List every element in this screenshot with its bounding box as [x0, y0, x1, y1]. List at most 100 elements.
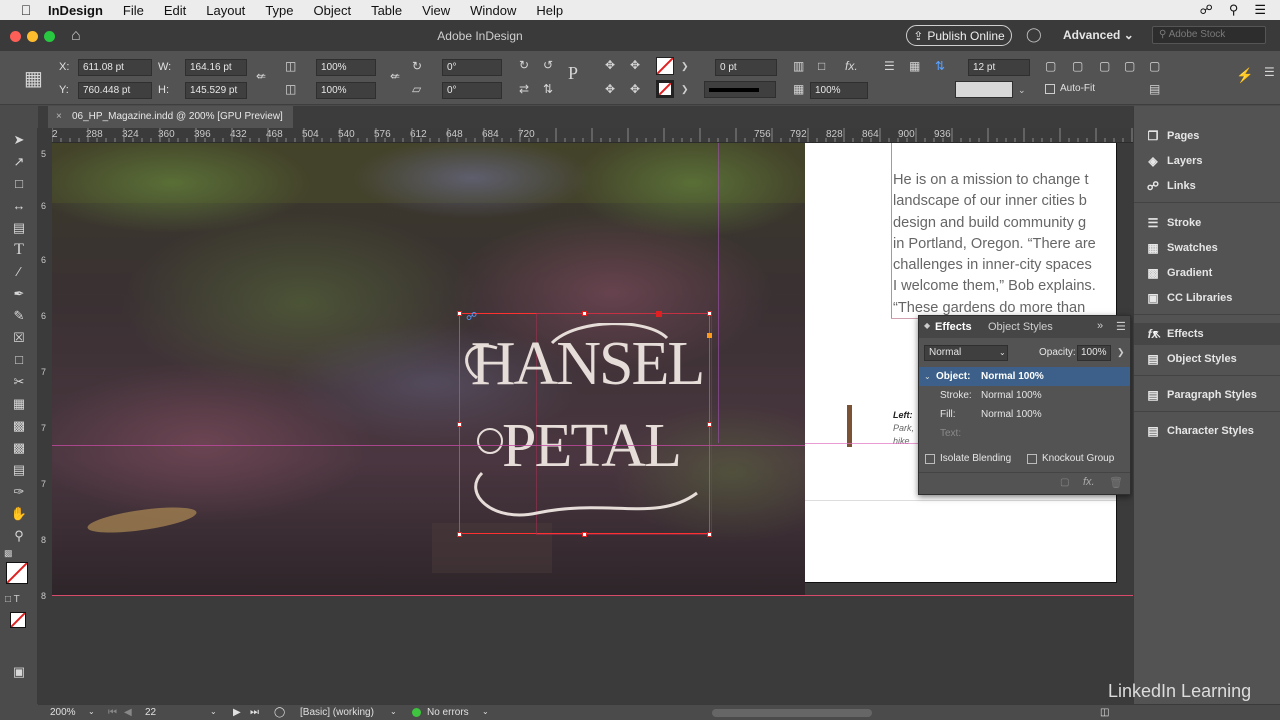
reference-point-icon[interactable]: ▦ [24, 66, 43, 91]
resize-handle[interactable] [707, 311, 712, 316]
scale-x-field[interactable]: 100% [316, 59, 376, 76]
menu-app-name[interactable]: InDesign [48, 3, 103, 18]
paragraph-icon[interactable]: P [568, 63, 578, 84]
fill-color-swatch[interactable] [6, 562, 28, 584]
center-content-icon[interactable]: ▢ [1099, 59, 1110, 73]
dock-item-object-styles[interactable]: ▤ Object Styles [1134, 348, 1280, 370]
panel-menu-icon[interactable]: ☰ [1264, 65, 1275, 79]
menu-file[interactable]: File [123, 3, 144, 18]
dock-item-stroke[interactable]: ☰ Stroke [1134, 212, 1280, 234]
tab-effects[interactable]: Effects [935, 321, 972, 333]
open-page-icon[interactable]: ◯ [274, 707, 285, 718]
content-grabber[interactable] [656, 311, 662, 317]
fill-frame-icon[interactable]: ▢ [1124, 59, 1135, 73]
default-colors-icon[interactable]: ▩ [4, 548, 13, 559]
page-tool-icon[interactable]: □ [9, 174, 29, 194]
direct-selection-tool-icon[interactable]: ↗ [9, 152, 29, 172]
last-page-icon[interactable]: ⏭ [250, 707, 259, 718]
dock-item-pages[interactable]: ❐ Pages [1134, 125, 1280, 147]
x-position-field[interactable]: 611.08 pt [78, 59, 152, 76]
preflight-profile[interactable]: [Basic] (working) [300, 707, 374, 718]
frame-fitting-icon[interactable]: ▤ [1149, 82, 1160, 96]
stroke-weight-field[interactable]: 0 pt [715, 59, 777, 76]
note-tool-icon[interactable]: ▤ [9, 460, 29, 480]
dock-item-swatches[interactable]: ▦ Swatches [1134, 237, 1280, 259]
hand-tool-icon[interactable]: ✋ [9, 504, 29, 524]
auto-fit-checkbox[interactable] [1045, 84, 1055, 94]
flip-horizontal-icon[interactable]: ⇄ [519, 82, 529, 96]
chevron-down-icon[interactable]: ⌄ [482, 707, 489, 716]
rotate-counterclockwise-icon[interactable]: ↺ [543, 58, 553, 72]
select-container-icon[interactable]: ✥ [605, 58, 615, 72]
apply-none-swatch[interactable] [10, 612, 26, 628]
publish-online-button[interactable]: ⇪ Publish Online [906, 25, 1012, 46]
fill-swatch[interactable] [656, 57, 674, 75]
horizontal-ruler[interactable]: 2 288 324 360 396 432 468 504 540 576 61… [52, 128, 1133, 143]
gutter-spacing-field[interactable]: 12 pt [968, 59, 1030, 76]
stroke-swatch[interactable] [656, 80, 674, 98]
notification-list-icon[interactable]: ☰ [1254, 2, 1266, 18]
auto-size-icon[interactable]: ⇅ [935, 59, 945, 73]
creative-cloud-icon[interactable]: ☍ [1200, 2, 1213, 18]
text-wrap-none-icon[interactable]: ☰ [884, 59, 895, 73]
isolate-blending-checkbox[interactable] [925, 454, 935, 464]
shear-angle-field[interactable]: 0° [442, 82, 502, 99]
document-tab[interactable]: × 06_HP_Magazine.indd @ 200% [GPU Previe… [48, 106, 293, 128]
selection-tool-icon[interactable]: ➤ [9, 130, 29, 150]
article-body-text[interactable]: He is on a mission to change t landscape… [893, 170, 1121, 319]
fx-icon[interactable]: fx. [1083, 476, 1095, 488]
pond-photo[interactable]: ☍ HANSEL PETAL [52, 143, 805, 596]
workspace-switcher[interactable]: Advanced ⌄ [1063, 28, 1134, 42]
frame-icon[interactable]: □ [818, 59, 825, 73]
split-layout-icon[interactable]: ◫ [1100, 707, 1109, 718]
previous-page-icon[interactable]: ◀ [124, 707, 132, 718]
resize-handle[interactable] [582, 311, 587, 316]
effects-row-fill[interactable]: Fill: Normal 100% [919, 405, 1130, 424]
adobe-stock-search-input[interactable]: ⚲ Adobe Stock [1152, 26, 1266, 44]
ruler-origin[interactable] [38, 128, 52, 143]
next-page-icon[interactable]: ▶ [233, 707, 241, 718]
fit-frame-icon[interactable]: ▢ [1072, 59, 1083, 73]
select-next-icon[interactable]: ✥ [630, 82, 640, 96]
close-tab-icon[interactable]: × [56, 106, 62, 128]
line-tool-icon[interactable]: ∕ [9, 262, 29, 282]
select-previous-icon[interactable]: ✥ [630, 58, 640, 72]
pen-tool-icon[interactable]: ✒ [9, 284, 29, 304]
chevron-right-icon[interactable]: ❯ [1117, 347, 1125, 358]
effects-panel[interactable]: ◆ Effects Object Styles » ☰ Normal ⌄ Opa… [918, 315, 1131, 495]
vertical-ruler[interactable]: 5 6 6 6 7 7 7 8 8 [38, 143, 52, 704]
chevron-right-icon[interactable]: ❯ [681, 84, 689, 95]
page-number-field[interactable]: 22 [145, 707, 156, 718]
knockout-group-checkbox[interactable] [1027, 454, 1037, 464]
content-collector-icon[interactable]: ▤ [9, 218, 29, 238]
resize-handle[interactable] [457, 311, 462, 316]
scale-y-field[interactable]: 100% [316, 82, 376, 99]
fit-proportionally-icon[interactable]: ▢ [1149, 59, 1160, 73]
text-wrap-bounding-icon[interactable]: ▦ [909, 59, 920, 73]
menu-type[interactable]: Type [265, 3, 293, 18]
menu-layout[interactable]: Layout [206, 3, 245, 18]
screen-mode-icon[interactable]: ▣ [9, 662, 29, 682]
free-transform-tool-icon[interactable]: ▦ [9, 394, 29, 414]
tab-object-styles[interactable]: Object Styles [988, 321, 1053, 333]
rotation-angle-field[interactable]: 0° [442, 59, 502, 76]
dock-item-layers[interactable]: ◈ Layers [1134, 150, 1280, 172]
clear-effects-icon[interactable]: ▢ [1060, 477, 1069, 488]
collapse-icon[interactable]: ◆ [924, 321, 930, 330]
gradient-feather-tool-icon[interactable]: ▩ [9, 438, 29, 458]
link-icon[interactable]: ☍ [466, 310, 477, 323]
menu-object[interactable]: Object [314, 3, 352, 18]
menu-window[interactable]: Window [470, 3, 516, 18]
rectangle-frame-tool-icon[interactable]: ☒ [9, 328, 29, 348]
corner-options-icon[interactable]: ▥ [793, 59, 804, 73]
blend-mode-select[interactable]: Normal ⌄ [924, 345, 1008, 361]
menu-edit[interactable]: Edit [164, 3, 186, 18]
panel-menu-icon[interactable]: ☰ [1116, 320, 1126, 333]
rotate-clockwise-icon[interactable]: ↻ [519, 58, 529, 72]
spotlight-search-icon[interactable]: ⚲ [1229, 2, 1239, 18]
chevron-right-icon[interactable]: ❯ [681, 61, 689, 72]
expand-panel-icon[interactable]: » [1097, 320, 1103, 332]
stroke-type-select[interactable] [704, 81, 776, 98]
zoom-level-field[interactable]: 200% [50, 707, 76, 718]
fit-content-icon[interactable]: ▢ [1045, 59, 1056, 73]
